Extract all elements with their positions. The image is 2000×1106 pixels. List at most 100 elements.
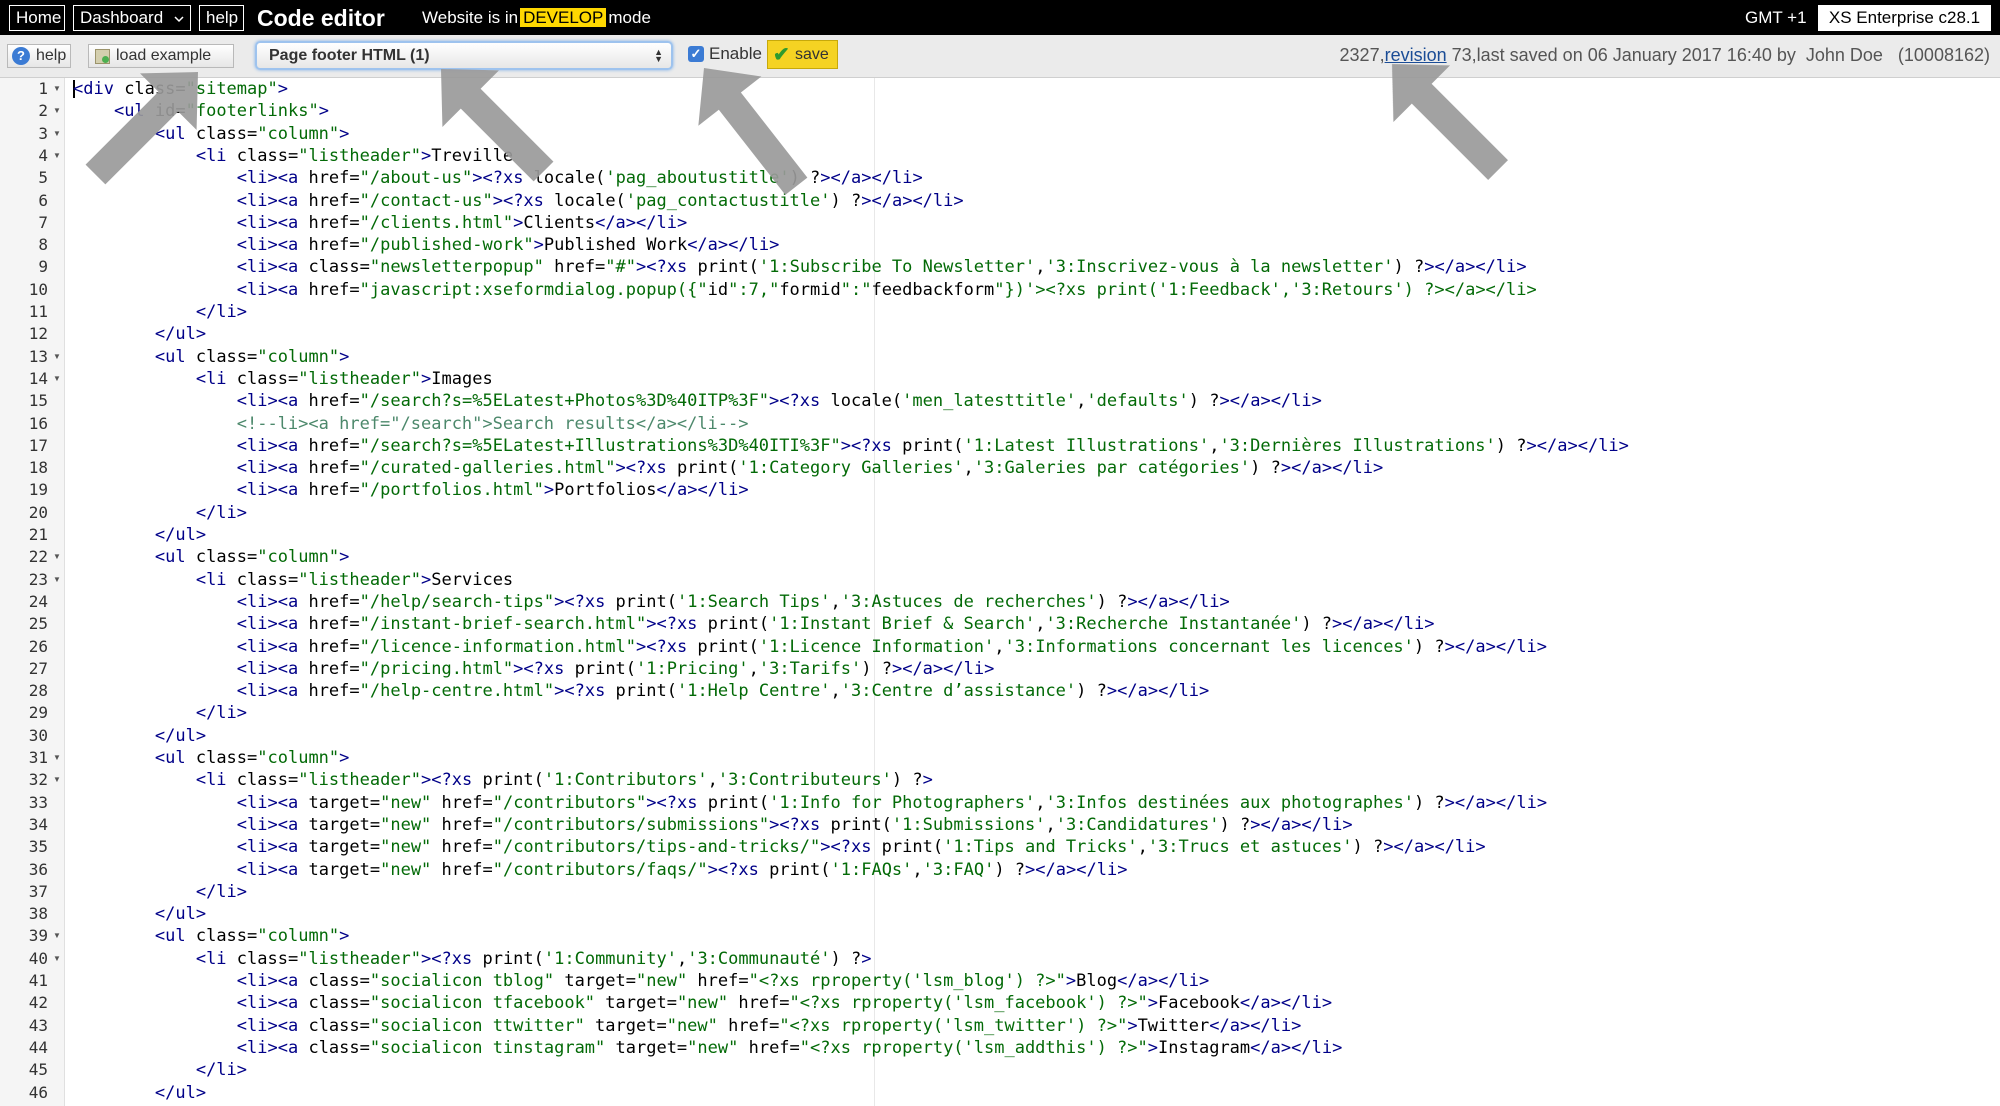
code-line[interactable]: <!--li><a href="/search">Search results<…	[73, 413, 749, 435]
code-line[interactable]: <li class="listheader"><?xs print('1:Con…	[73, 769, 933, 791]
fold-toggle-icon[interactable]: ▼	[53, 368, 61, 390]
code-line[interactable]: <ul class="column">	[73, 747, 350, 769]
code-line[interactable]: <li><a class="socialicon tfacebook" targ…	[73, 992, 1332, 1014]
code-line[interactable]: <li class="listheader">Treville	[73, 145, 513, 167]
fold-toggle-icon[interactable]: ▼	[53, 100, 61, 122]
line-number: 24	[28, 591, 48, 611]
line-number: 7	[38, 212, 48, 232]
home-button[interactable]: Home	[9, 5, 65, 31]
last-saved-info: 73,last saved on 06 January 2017 16:40 b…	[1446, 45, 1990, 65]
fold-toggle-icon[interactable]: ▼	[53, 123, 61, 145]
fold-toggle-icon[interactable]: ▼	[53, 346, 61, 368]
line-number: 13	[28, 346, 48, 366]
line-number: 8	[38, 235, 48, 255]
code-line[interactable]: <li><a target="new" href="/contributors/…	[73, 836, 1486, 858]
code-line[interactable]: <div class="sitemap">	[73, 78, 288, 100]
line-number: 41	[28, 971, 48, 990]
load-example-button[interactable]: load example	[88, 44, 234, 68]
fold-toggle-icon[interactable]: ▼	[53, 747, 61, 769]
fold-toggle-icon[interactable]: ▼	[53, 948, 61, 970]
code-line[interactable]: <li><a target="new" href="/contributors"…	[73, 792, 1547, 814]
code-line[interactable]: </li>	[73, 301, 247, 323]
help-link-button[interactable]: help	[199, 5, 244, 31]
mode-prefix: Website is in	[422, 8, 519, 27]
code-line[interactable]: <li><a href="/pricing.html"><?xs print('…	[73, 658, 995, 680]
code-line[interactable]: <li><a href="/search?s=%5ELatest+Photos%…	[73, 390, 1322, 412]
code-line[interactable]: </ul>	[73, 725, 206, 747]
code-line[interactable]: <li><a href="/clients.html">Clients</a><…	[73, 212, 687, 234]
code-line[interactable]: <li><a class="socialicon tblog" target="…	[73, 970, 1210, 992]
line-number: 12	[28, 324, 48, 344]
code-line[interactable]: <li><a href="javascript:xseformdialog.po…	[73, 279, 1537, 301]
code-line[interactable]: </li>	[73, 881, 247, 903]
line-number: 4	[38, 145, 48, 165]
code-line[interactable]: </li>	[73, 1059, 247, 1081]
line-number: 43	[28, 1015, 48, 1035]
code-line[interactable]: <li><a href="/instant-brief-search.html"…	[73, 613, 1435, 635]
enable-checkbox[interactable]: ✓	[688, 46, 704, 62]
code-line[interactable]: <ul class="column">	[73, 123, 350, 145]
code-line[interactable]: </li>	[73, 502, 247, 524]
code-line[interactable]: <li><a class="socialicon tinstagram" tar…	[73, 1037, 1343, 1059]
code-line[interactable]: <li><a href="/portfolios.html">Portfolio…	[73, 479, 749, 501]
fold-toggle-icon[interactable]: ▼	[53, 925, 61, 947]
line-number: 14	[28, 368, 48, 388]
code-line[interactable]: <li><a href="/licence-information.html">…	[73, 636, 1547, 658]
develop-mode-badge: DEVELOP	[520, 8, 607, 27]
editor-toolbar: ? help load example Page footer HTML (1)…	[0, 35, 2000, 78]
code-line[interactable]: </ul>	[73, 1082, 206, 1104]
line-number: 46	[28, 1082, 48, 1102]
page-title: Code editor	[257, 5, 385, 31]
line-number: 39	[28, 926, 48, 946]
dashboard-menu-button[interactable]: Dashboard	[73, 5, 191, 31]
code-line[interactable]: </ul>	[73, 323, 206, 345]
code-line[interactable]: <li><a target="new" href="/contributors/…	[73, 859, 1128, 881]
line-number: 9	[38, 257, 48, 277]
code-line[interactable]: <ul class="column">	[73, 925, 350, 947]
fold-toggle-icon[interactable]: ▼	[53, 769, 61, 791]
fold-toggle-icon[interactable]: ▼	[53, 78, 61, 100]
code-line[interactable]: <li><a class="socialicon ttwitter" targe…	[73, 1015, 1302, 1037]
fold-toggle-icon[interactable]: ▼	[53, 569, 61, 591]
enable-label: Enable	[709, 44, 762, 63]
line-number: 34	[28, 814, 48, 834]
line-number: 37	[28, 881, 48, 901]
code-line[interactable]: <li class="listheader">Images	[73, 368, 493, 390]
code-line[interactable]: <li><a href="/help-centre.html"><?xs pri…	[73, 680, 1210, 702]
line-number: 19	[28, 480, 48, 500]
revision-number: 2327,	[1339, 45, 1385, 65]
save-button[interactable]: ✔ save	[767, 40, 838, 69]
line-number: 23	[28, 569, 48, 589]
code-line[interactable]: <ul class="column">	[73, 546, 350, 568]
line-number: 27	[28, 658, 48, 678]
code-line[interactable]: <li><a href="/search?s=%5ELatest+Illustr…	[73, 435, 1629, 457]
code-line[interactable]: <li><a target="new" href="/contributors/…	[73, 814, 1353, 836]
code-line[interactable]: <li><a href="/curated-galleries.html"><?…	[73, 457, 1384, 479]
code-editor[interactable]: 1 ▼ 2 ▼ 3 ▼ 4 ▼ 5 6 7 8 9 10 11 12 13 ▼ 14 ▼ 15 16 17 18 19 20 21 2…	[0, 78, 2000, 1106]
code-line[interactable]: <li><a href="/about-us"><?xs locale('pag…	[73, 167, 923, 189]
fold-toggle-icon[interactable]: ▼	[53, 145, 61, 167]
line-number: 44	[28, 1037, 48, 1057]
revision-link[interactable]: revision	[1385, 45, 1447, 65]
line-number: 31	[28, 748, 48, 767]
code-line[interactable]: <li><a href="/published-work">Published …	[73, 234, 780, 256]
line-number: 5	[38, 168, 48, 188]
code-line[interactable]: <li class="listheader">Services	[73, 569, 513, 591]
help-button[interactable]: ? help	[7, 44, 71, 68]
line-number: 16	[28, 413, 48, 433]
line-number: 1	[38, 79, 48, 98]
line-number: 30	[28, 725, 48, 745]
code-line[interactable]: <ul class="column">	[73, 346, 350, 368]
code-line[interactable]: <ul id="footerlinks">	[73, 100, 329, 122]
code-line[interactable]: </ul>	[73, 524, 206, 546]
code-line[interactable]: </ul>	[73, 903, 206, 925]
fold-toggle-icon[interactable]: ▼	[53, 546, 61, 568]
line-number: 35	[28, 837, 48, 857]
page-template-select[interactable]: Page footer HTML (1) ▲ ▼	[255, 41, 673, 70]
code-line[interactable]: <li><a class="newsletterpopup" href="#">…	[73, 256, 1527, 278]
code-line[interactable]: <li><a href="/contact-us"><?xs locale('p…	[73, 190, 964, 212]
line-number: 21	[28, 525, 48, 544]
code-line[interactable]: </li>	[73, 702, 247, 724]
code-line[interactable]: <li class="listheader"><?xs print('1:Com…	[73, 948, 872, 970]
code-line[interactable]: <li><a href="/help/search-tips"><?xs pri…	[73, 591, 1230, 613]
